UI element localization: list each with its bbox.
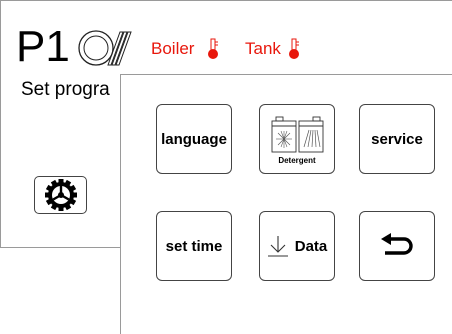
download-arrow-icon [267, 236, 288, 257]
menu-screen: language Detergent service set time Data [120, 74, 452, 334]
set-time-button[interactable]: set time [156, 211, 232, 281]
service-label: service [371, 130, 423, 148]
dish-rack-icon [78, 30, 132, 66]
back-button[interactable] [359, 211, 435, 281]
data-button[interactable]: Data [259, 211, 335, 281]
service-button[interactable]: service [359, 104, 435, 174]
return-arrow-icon [381, 233, 413, 255]
detergent-button[interactable]: Detergent [259, 104, 335, 174]
language-button[interactable]: language [156, 104, 232, 174]
settings-button[interactable] [34, 176, 87, 214]
boiler-thermometer-icon [208, 38, 218, 59]
program-number: P1 [16, 22, 70, 71]
gear-icon [44, 179, 77, 211]
tank-thermometer-icon [289, 38, 299, 59]
detergent-label: Detergent [278, 155, 316, 165]
data-label: Data [294, 237, 328, 255]
set-time-label: set time [165, 237, 223, 255]
language-label: language [161, 130, 227, 148]
tank-label: Tank [245, 39, 281, 58]
set-program-text: Set progra [21, 79, 110, 100]
detergent-canisters-icon [271, 116, 324, 152]
boiler-label: Boiler [151, 39, 195, 58]
